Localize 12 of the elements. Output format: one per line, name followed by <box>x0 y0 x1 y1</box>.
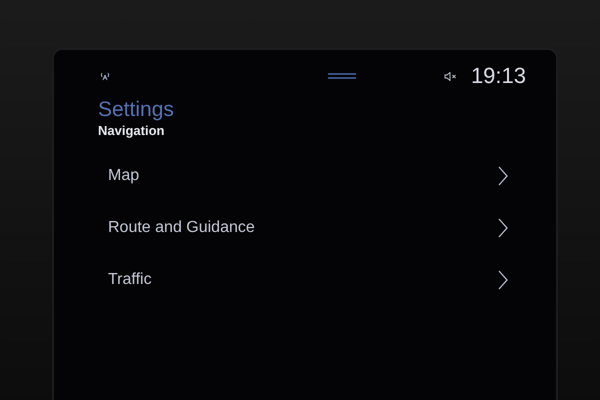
chevron-right-icon <box>498 270 508 290</box>
menu-item[interactable]: Traffic <box>98 254 508 306</box>
menu-item[interactable]: Map <box>98 150 508 202</box>
antenna-icon <box>100 71 110 81</box>
section-subtitle: Navigation <box>98 122 166 140</box>
clock-time: 19:13 <box>470 63 526 89</box>
chevron-right-icon <box>498 218 508 238</box>
menu-item[interactable]: Route and Guidance <box>98 202 508 254</box>
pull-down-handle-icon[interactable] <box>328 73 356 79</box>
chevron-right-icon <box>498 166 508 186</box>
mute-icon <box>444 72 457 80</box>
settings-title: Settings <box>98 98 175 122</box>
